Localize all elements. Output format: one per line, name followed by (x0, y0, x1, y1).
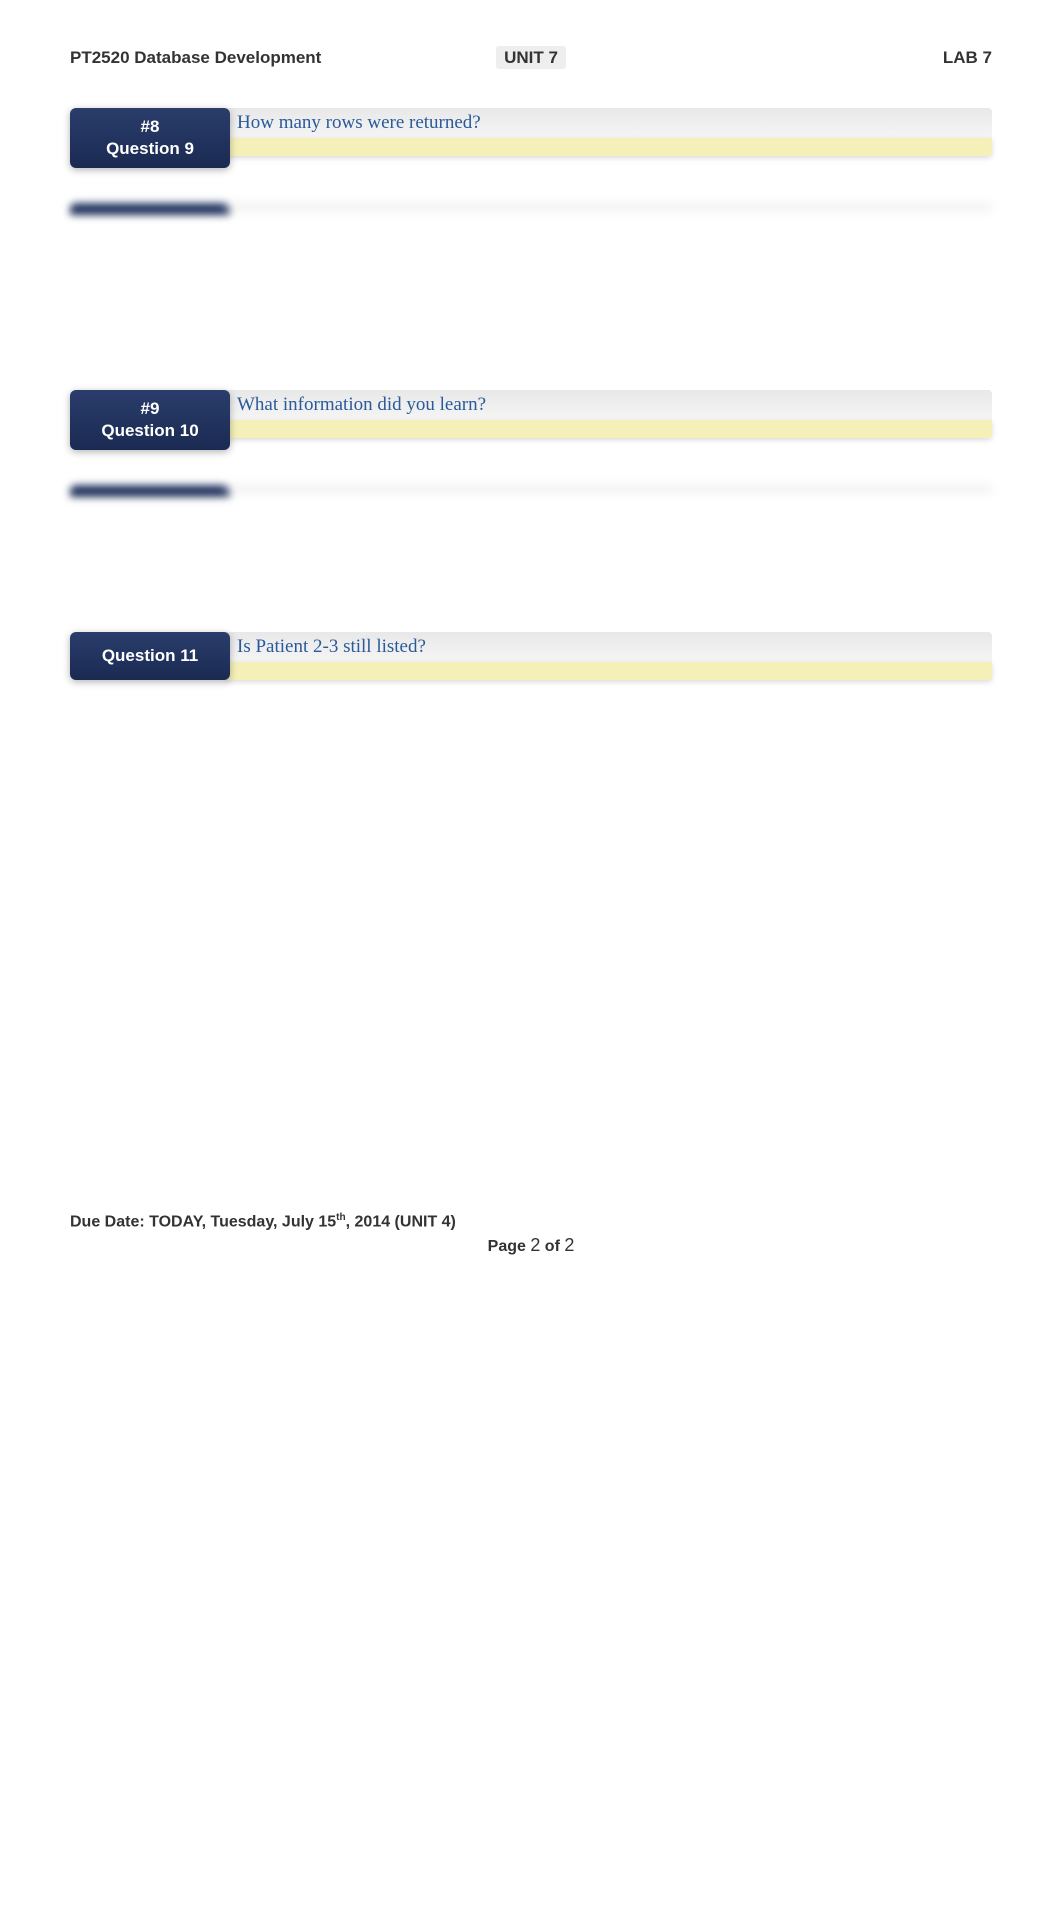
document-footer: Due Date: TODAY, Tuesday, July 15th, 201… (70, 1212, 992, 1256)
lab-label: LAB 7 (685, 48, 992, 68)
question-number: #8 (82, 116, 218, 138)
question-block-11: Question 11 Is Patient 2-3 still listed? (70, 632, 992, 680)
due-date: Due Date: TODAY, Tuesday, July 15th, 201… (70, 1212, 992, 1231)
document-header: PT2520 Database Development UNIT 7 LAB 7 (70, 48, 992, 68)
question-title: Question 10 (82, 420, 218, 442)
course-title: PT2520 Database Development (70, 48, 377, 68)
question-label-9: #8 Question 9 (70, 108, 230, 168)
question-block-9: #8 Question 9 How many rows were returne… (70, 108, 992, 215)
question-number: #9 (82, 398, 218, 420)
question-label-11: Question 11 (70, 632, 230, 680)
blur-separator (70, 203, 992, 215)
question-text-9: How many rows were returned? (225, 108, 992, 138)
blur-separator (70, 485, 992, 497)
question-label-10: #9 Question 10 (70, 390, 230, 450)
unit-label: UNIT 7 (377, 48, 684, 68)
question-text-10: What information did you learn? (225, 390, 992, 420)
question-text-11: Is Patient 2-3 still listed? (225, 632, 992, 662)
question-title: Question 9 (82, 138, 218, 160)
page-number: Page 2 of 2 (70, 1235, 992, 1256)
answer-box-9[interactable] (225, 138, 992, 156)
answer-box-10[interactable] (225, 420, 992, 438)
question-title: Question 11 (82, 645, 218, 667)
answer-box-11[interactable] (225, 662, 992, 680)
question-block-10: #9 Question 10 What information did you … (70, 390, 992, 497)
